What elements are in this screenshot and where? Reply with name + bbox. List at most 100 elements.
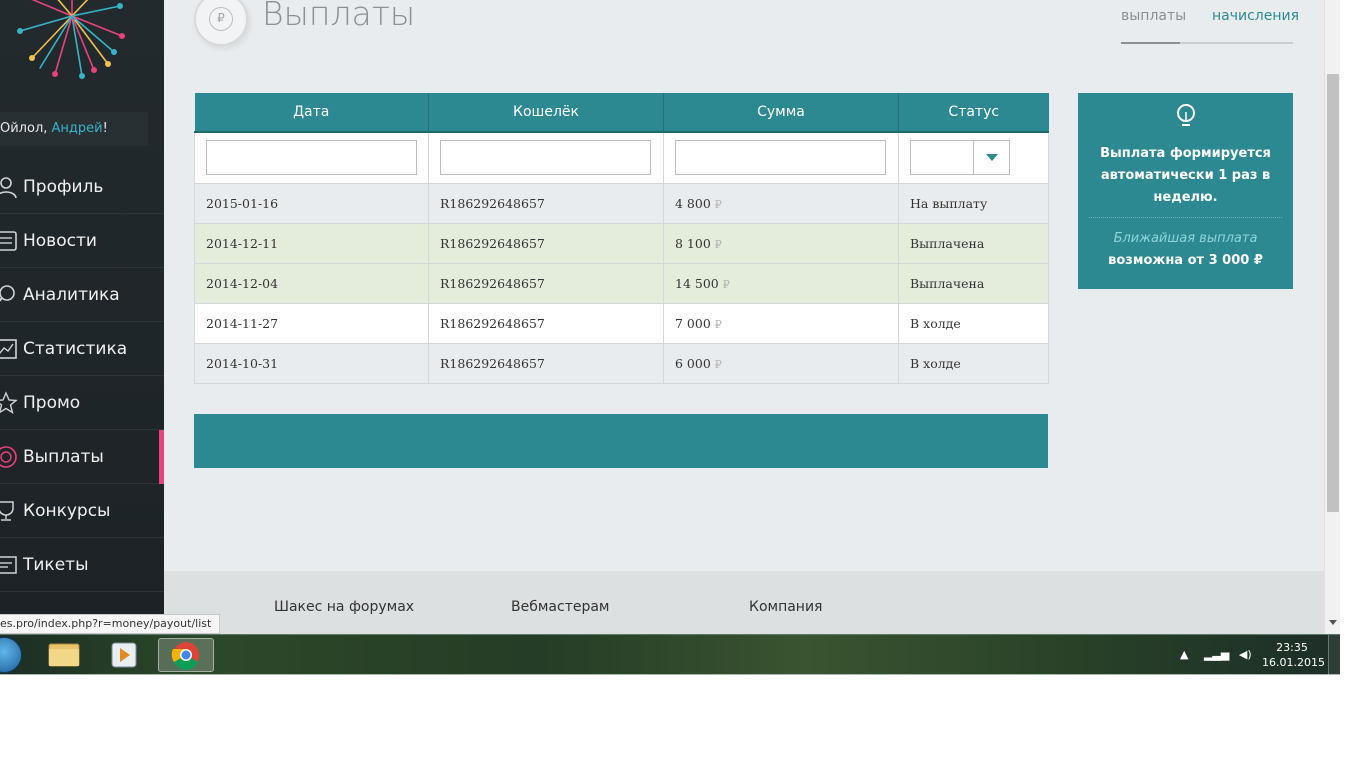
payout-table: Дата Кошелёк Сумма Статус 2015-01-16 R18… bbox=[194, 93, 1049, 384]
cell-amount: 8 100 ₽ bbox=[663, 222, 899, 264]
column-header-status[interactable]: Статус bbox=[898, 93, 1049, 133]
coin-icon bbox=[0, 446, 17, 468]
amount-filter-input[interactable] bbox=[675, 140, 886, 176]
filter-cell bbox=[898, 131, 1049, 184]
cell-date: 2014-11-27 bbox=[194, 302, 429, 344]
sidebar-item-news[interactable]: Новости bbox=[0, 214, 164, 268]
amount-value: 4 800 bbox=[675, 195, 711, 211]
tab-payouts[interactable]: выплаты bbox=[1121, 8, 1186, 24]
table-row: 2014-11-27 R186292648657 7 000 ₽ В холде bbox=[194, 302, 1049, 344]
cell-status: В холде bbox=[898, 302, 1049, 344]
chart-icon bbox=[0, 339, 17, 359]
sidebar: Ойлол, Андрей! Профиль Новости Аналитика… bbox=[0, 0, 164, 634]
cell-status: Выплачена bbox=[898, 262, 1049, 304]
column-header-date[interactable]: Дата bbox=[194, 93, 429, 133]
chrome-icon bbox=[171, 642, 199, 670]
ruble-icon: ₽ bbox=[714, 197, 722, 211]
sidebar-item-tickets[interactable]: Тикеты bbox=[0, 538, 164, 592]
trophy-icon bbox=[0, 501, 14, 521]
scroll-down-arrow-icon[interactable] bbox=[1329, 620, 1337, 625]
tab-underline bbox=[1121, 42, 1293, 44]
sidebar-item-label: Новости bbox=[23, 231, 97, 251]
sidebar-item-payouts[interactable]: Выплаты bbox=[0, 430, 164, 484]
view-tabs: выплаты начисления bbox=[1121, 0, 1299, 46]
cell-amount: 4 800 ₽ bbox=[663, 182, 899, 224]
sidebar-item-contests[interactable]: Конкурсы bbox=[0, 484, 164, 538]
table-row: 2014-10-31 R186292648657 6 000 ₽ В холде bbox=[194, 342, 1049, 384]
page-footer: Шакес на форумах Вебмастерам Компания bbox=[164, 571, 1324, 634]
tab-accruals[interactable]: начисления bbox=[1212, 8, 1299, 24]
table-row: 2014-12-04 R186292648657 14 500 ₽ Выплаче… bbox=[194, 262, 1049, 304]
footer-link-forums[interactable]: Шакес на форумах bbox=[274, 599, 414, 615]
search-icon bbox=[0, 285, 15, 302]
table-row: 2015-01-16 R186292648657 4 800 ₽ На выпла… bbox=[194, 182, 1049, 224]
clock-time: 23:35 bbox=[1276, 641, 1308, 654]
table-row: 2014-12-11 R186292648657 8 100 ₽ Выплачен… bbox=[194, 222, 1049, 264]
amount-value: 7 000 bbox=[675, 315, 711, 331]
sidebar-item-profile[interactable]: Профиль bbox=[0, 160, 164, 214]
page-title: Выплаты bbox=[262, 0, 416, 33]
cell-date: 2014-10-31 bbox=[194, 342, 429, 384]
ruble-icon: ₽ bbox=[714, 357, 722, 371]
cell-amount: 6 000 ₽ bbox=[663, 342, 899, 384]
filter-cell bbox=[663, 131, 899, 184]
pagination-bar bbox=[194, 414, 1048, 468]
sidebar-item-label: Аналитика bbox=[23, 285, 120, 305]
user-icon bbox=[0, 177, 17, 199]
amount-value: 6 000 bbox=[675, 355, 711, 371]
cell-wallet: R186292648657 bbox=[428, 342, 664, 384]
footer-link-company[interactable]: Компания bbox=[749, 599, 822, 615]
sidebar-item-label: Профиль bbox=[23, 177, 104, 197]
sidebar-item-analytics[interactable]: Аналитика bbox=[0, 268, 164, 322]
payout-schedule-text: Выплата формируется автоматически 1 раз … bbox=[1100, 146, 1271, 205]
windows-taskbar: ▲ ▂▃▅ ◀) 23:35 16.01.2015 bbox=[0, 634, 1340, 675]
media-player-icon bbox=[111, 642, 137, 668]
lightbulb-icon bbox=[1177, 104, 1195, 126]
column-header-wallet[interactable]: Кошелёк bbox=[428, 93, 664, 133]
table-header-row: Дата Кошелёк Сумма Статус bbox=[194, 93, 1049, 133]
date-filter-input[interactable] bbox=[206, 140, 417, 176]
ruble-icon: ₽ bbox=[714, 237, 722, 251]
system-tray: ▲ ▂▃▅ ◀) bbox=[1180, 648, 1252, 661]
sidebar-item-label: Статистика bbox=[23, 339, 128, 359]
tab-active-indicator bbox=[1121, 42, 1180, 44]
ruble-icon: ₽ bbox=[714, 317, 722, 331]
browser-viewport: Ойлол, Андрей! Профиль Новости Аналитика… bbox=[0, 0, 1340, 634]
cell-amount: 7 000 ₽ bbox=[663, 302, 899, 344]
taskbar-media-player-button[interactable] bbox=[96, 638, 152, 672]
filter-cell bbox=[194, 131, 429, 184]
logo-icon bbox=[17, 0, 125, 79]
chevron-down-icon[interactable] bbox=[973, 141, 1009, 175]
volume-icon[interactable]: ◀) bbox=[1239, 648, 1252, 661]
sidebar-item-label: Тикеты bbox=[23, 555, 89, 575]
sidebar-item-label: Промо bbox=[23, 393, 81, 413]
username-link[interactable]: Андрей bbox=[52, 121, 103, 136]
tray-expand-icon[interactable]: ▲ bbox=[1180, 648, 1188, 661]
show-desktop-button[interactable] bbox=[1328, 635, 1340, 675]
ruble-icon: ₽ bbox=[209, 7, 233, 31]
column-header-amount[interactable]: Сумма bbox=[663, 93, 899, 133]
filter-cell bbox=[428, 131, 664, 184]
scroll-thumb[interactable] bbox=[1327, 74, 1339, 512]
status-filter-select[interactable] bbox=[910, 140, 1010, 176]
clock-date: 16.01.2015 bbox=[1262, 656, 1325, 669]
folder-icon bbox=[48, 643, 80, 667]
cell-status: Выплачена bbox=[898, 222, 1049, 264]
taskbar-chrome-button[interactable] bbox=[158, 638, 214, 672]
payout-badge-icon: ₽ bbox=[194, 0, 248, 46]
payout-info-box: Выплата формируется автоматически 1 раз … bbox=[1078, 93, 1293, 289]
info-divider bbox=[1089, 217, 1282, 218]
sidebar-item-promo[interactable]: Промо bbox=[0, 376, 164, 430]
system-clock[interactable]: 23:35 16.01.2015 bbox=[1262, 640, 1325, 670]
cell-status: На выплату bbox=[898, 182, 1049, 224]
vertical-scrollbar[interactable] bbox=[1324, 0, 1340, 634]
sidebar-item-statistics[interactable]: Статистика bbox=[0, 322, 164, 376]
network-signal-icon[interactable]: ▂▃▅ bbox=[1204, 648, 1229, 661]
footer-link-webmasters[interactable]: Вебмастерам bbox=[511, 599, 610, 615]
cell-amount: 14 500 ₽ bbox=[663, 262, 899, 304]
wallet-filter-input[interactable] bbox=[440, 140, 651, 176]
next-payout-amount: возможна от 3 000 ₽ bbox=[1108, 253, 1263, 268]
taskbar-explorer-button[interactable] bbox=[36, 638, 92, 672]
cell-date: 2015-01-16 bbox=[194, 182, 429, 224]
star-icon bbox=[0, 391, 18, 415]
